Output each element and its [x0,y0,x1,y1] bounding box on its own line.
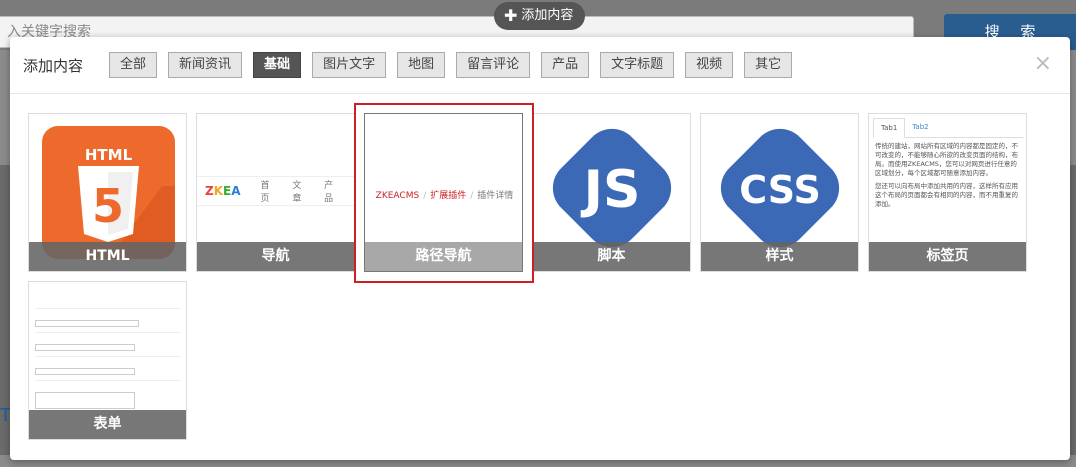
widget-caption: 表单 [29,410,186,439]
widget-card-style[interactable]: CSS 样式 [700,113,859,272]
modal-title: 添加内容 [23,56,84,75]
widget-caption: 路径导航 [365,242,522,271]
add-content-pill-label: 添加内容 [521,8,574,23]
zkea-logo: ZKEA [205,184,241,198]
widget-caption: HTML [29,242,186,271]
tab-comments[interactable]: 留言评论 [456,52,531,78]
tab-image-text[interactable]: 图片文字 [312,52,387,78]
tab-all[interactable]: 全部 [109,52,158,78]
form-preview [35,298,181,414]
tab-video[interactable]: 视频 [685,52,734,78]
widget-card-nav[interactable]: ZKEA 首页 文章 产品 导航 [196,113,355,272]
css-icon: CSS [708,116,852,260]
widget-card-html[interactable]: HTML 5 HTML [28,113,187,272]
plus-icon: ✚ [504,6,518,25]
breadcrumb-preview: ZKEACMS / 扩展插件 / 插件详情 [375,191,514,201]
html5-icon: HTML 5 [42,126,175,259]
modal-header: 添加内容 全部 新闻资讯 基础 图片文字 地图 留言评论 产品 文字标题 视频 … [10,37,1070,94]
widget-caption: 导航 [197,242,354,271]
add-content-pill[interactable]: ✚ 添加内容 [494,2,586,30]
close-icon[interactable]: × [1034,51,1052,76]
widget-card-breadcrumb[interactable]: ZKEACMS / 扩展插件 / 插件详情 路径导航 [364,113,523,272]
tab-map[interactable]: 地图 [397,52,446,78]
widget-card-script[interactable]: JS 脚本 [532,113,691,272]
tab-product[interactable]: 产品 [541,52,590,78]
tab-text-title[interactable]: 文字标题 [600,52,675,78]
js-icon: JS [540,116,684,260]
tabs-preview: Tab1 Tab2 传统的建站，网站所有区域的内容都是固定的，不可改变的，不能够… [873,118,1024,209]
svg-text:5: 5 [92,179,124,233]
tab-other[interactable]: 其它 [744,52,793,78]
tab-basic[interactable]: 基础 [253,52,302,78]
widget-caption: 脚本 [533,242,690,271]
widget-caption: 样式 [701,242,858,271]
tab-news[interactable]: 新闻资讯 [168,52,243,78]
widget-caption: 标签页 [869,242,1026,271]
nav-preview: ZKEA 首页 文章 产品 [197,176,354,206]
widget-card-form[interactable]: 表单 [28,281,187,440]
widget-card-tabs[interactable]: Tab1 Tab2 传统的建站，网站所有区域的内容都是固定的，不可改变的，不能够… [868,113,1027,272]
